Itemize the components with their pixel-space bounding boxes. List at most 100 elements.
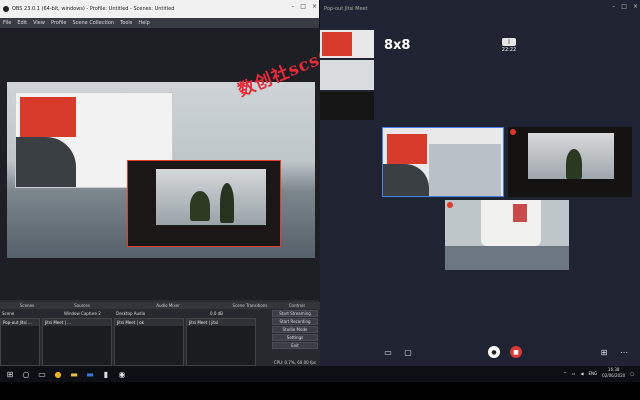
folder-icon[interactable]: ▬ <box>68 368 80 380</box>
plant-shape <box>220 183 234 223</box>
obs-status: CPU: 0.7%, 60.00 fps <box>273 360 316 365</box>
bottom-bar <box>0 382 640 400</box>
obs-window-title: OBS 23.0.1 (64-bit, windows) - Profile: … <box>12 6 175 12</box>
camera-button[interactable]: ■ <box>510 346 522 358</box>
thumbnail-meet-3[interactable]: Jitsi Meet | jitsi <box>186 318 256 366</box>
more-options-icon[interactable]: ⋯ <box>618 346 630 358</box>
floor-area <box>445 246 569 270</box>
red-object <box>387 134 427 164</box>
thumbnail-label: Jitsi Meet | ... <box>43 319 111 326</box>
thumbnail-meet-2[interactable]: Jitsi Meet | ok <box>114 318 184 366</box>
chat-icon[interactable]: ▢ <box>402 346 414 358</box>
minimize-icon[interactable]: – <box>612 3 615 10</box>
obs-logo-icon <box>3 6 9 12</box>
red-object <box>513 204 527 222</box>
dock-header-sources: Sources <box>74 303 90 308</box>
dock-header-scenes: Scenes <box>19 303 35 308</box>
obs-window: OBS 23.0.1 (64-bit, windows) - Profile: … <box>0 0 347 366</box>
meeting-timer: ▯ 22:22 <box>500 38 518 53</box>
thumbnail-popout[interactable]: Pop-out Jitsi ... <box>0 318 40 366</box>
start-icon[interactable]: ⊞ <box>4 368 16 380</box>
screen-share-icon[interactable]: ▭ <box>382 346 394 358</box>
chrome-icon[interactable]: ● <box>52 368 64 380</box>
dark-object <box>16 137 76 187</box>
maximize-icon[interactable]: □ <box>300 3 306 10</box>
scene-item[interactable]: Scene <box>0 310 54 317</box>
dock-header-audio-mixer: Audio Mixer <box>156 303 180 308</box>
source-item[interactable]: Window Capture 2 <box>62 310 118 317</box>
thumbnail-label: Jitsi Meet | ok <box>115 319 183 326</box>
obs-taskbar-icon[interactable]: ◉ <box>116 368 128 380</box>
filmstrip <box>320 30 374 120</box>
clock-date: 02/06/2020 <box>602 373 626 378</box>
menu-view[interactable]: View <box>33 20 45 26</box>
audio-level: 0.0 dB <box>210 311 223 316</box>
clock[interactable]: 16:38 02/06/2020 <box>602 367 625 379</box>
minimize-icon[interactable]: – <box>291 3 294 10</box>
obs-menubar: File Edit View Profile Scene Collection … <box>0 18 319 28</box>
close-icon[interactable]: × <box>633 3 638 10</box>
menu-tools[interactable]: Tools <box>120 20 132 26</box>
dark-object <box>383 164 429 196</box>
participant-tile-1[interactable] <box>382 127 504 197</box>
tile-view-icon[interactable]: ⊞ <box>598 346 610 358</box>
network-icon[interactable]: ▭ <box>572 371 576 376</box>
source-selected-window[interactable] <box>127 160 281 247</box>
participant-tile-3[interactable] <box>445 200 569 270</box>
dock-headers: Scenes Sources Audio Mixer Scene Transit… <box>0 302 320 309</box>
window-view <box>156 169 266 225</box>
plant-shape <box>566 149 582 179</box>
exit-button[interactable]: Exit <box>272 342 318 349</box>
plant-shape <box>190 191 210 221</box>
filmstrip-thumb[interactable] <box>320 92 374 120</box>
menu-edit[interactable]: Edit <box>17 20 27 26</box>
meet-titlebar: Pop-out Jitsi Meet – □ × <box>320 0 640 18</box>
start-recording-button[interactable]: Start Recording <box>272 318 318 325</box>
taskbar: ⊞ ○ ▭ ● ▬ ▬ ▮ ◉ ^ ▭ ◀ ENG 16:38 02/06/20… <box>0 366 640 382</box>
dock-header-transitions: Scene Transitions <box>232 303 268 308</box>
controls-panel: Start Streaming Start Recording Studio M… <box>272 310 318 349</box>
timer-text: 22:22 <box>501 47 517 53</box>
thumbnail-label: Jitsi Meet | jitsi <box>187 319 255 326</box>
thumbnail-meet-1[interactable]: Jitsi Meet | ... <box>42 318 112 366</box>
menu-file[interactable]: File <box>3 20 11 26</box>
audio-source-label: Desktop Audio <box>116 311 146 316</box>
start-streaming-button[interactable]: Start Streaming <box>272 310 318 317</box>
muted-badge-icon <box>447 202 453 208</box>
notifications-icon[interactable]: ▢ <box>630 371 634 376</box>
desktop: OBS 23.0.1 (64-bit, windows) - Profile: … <box>0 0 640 400</box>
task-view-icon[interactable]: ▭ <box>36 368 48 380</box>
language-indicator[interactable]: ENG <box>589 371 598 376</box>
menu-profile[interactable]: Profile <box>51 20 67 26</box>
participant-tile-2[interactable] <box>508 127 632 197</box>
muted-badge-icon <box>510 129 516 135</box>
mail-icon[interactable]: ▬ <box>84 368 96 380</box>
window-thumbnails: Pop-out Jitsi ... Jitsi Meet | ... Jitsi… <box>0 318 270 366</box>
obs-titlebar: OBS 23.0.1 (64-bit, windows) - Profile: … <box>0 0 319 18</box>
chevron-up-icon[interactable]: ^ <box>563 371 566 376</box>
meet-window-controls: – □ × <box>612 3 638 10</box>
red-object <box>20 97 76 137</box>
mug-object <box>481 200 541 246</box>
volume-icon[interactable]: ◀ <box>580 371 583 376</box>
menu-scene-collection[interactable]: Scene Collection <box>72 20 114 26</box>
obs-window-controls: – □ × <box>291 3 317 10</box>
studio-mode-button[interactable]: Studio Mode <box>272 326 318 333</box>
red-object <box>322 32 352 56</box>
microphone-button[interactable]: ● <box>488 346 500 358</box>
dock-header-controls: Controls <box>288 303 306 308</box>
obs-docks: Scenes Sources Audio Mixer Scene Transit… <box>0 302 320 366</box>
maximize-icon[interactable]: □ <box>621 3 627 10</box>
menu-help[interactable]: Help <box>138 20 149 26</box>
thumbnail-label: Pop-out Jitsi ... <box>1 319 39 326</box>
close-icon[interactable]: × <box>312 3 317 10</box>
settings-button[interactable]: Settings <box>272 334 318 341</box>
room-name: 8x8 <box>384 38 411 53</box>
participants-icon[interactable]: ▯ <box>502 38 516 46</box>
obs-preview-canvas[interactable] <box>7 82 315 258</box>
app-icon[interactable]: ▮ <box>100 368 112 380</box>
meet-window-title: Pop-out Jitsi Meet <box>324 6 368 12</box>
filmstrip-thumb[interactable] <box>320 30 374 58</box>
filmstrip-thumb[interactable] <box>320 60 374 90</box>
search-icon[interactable]: ○ <box>20 368 32 380</box>
